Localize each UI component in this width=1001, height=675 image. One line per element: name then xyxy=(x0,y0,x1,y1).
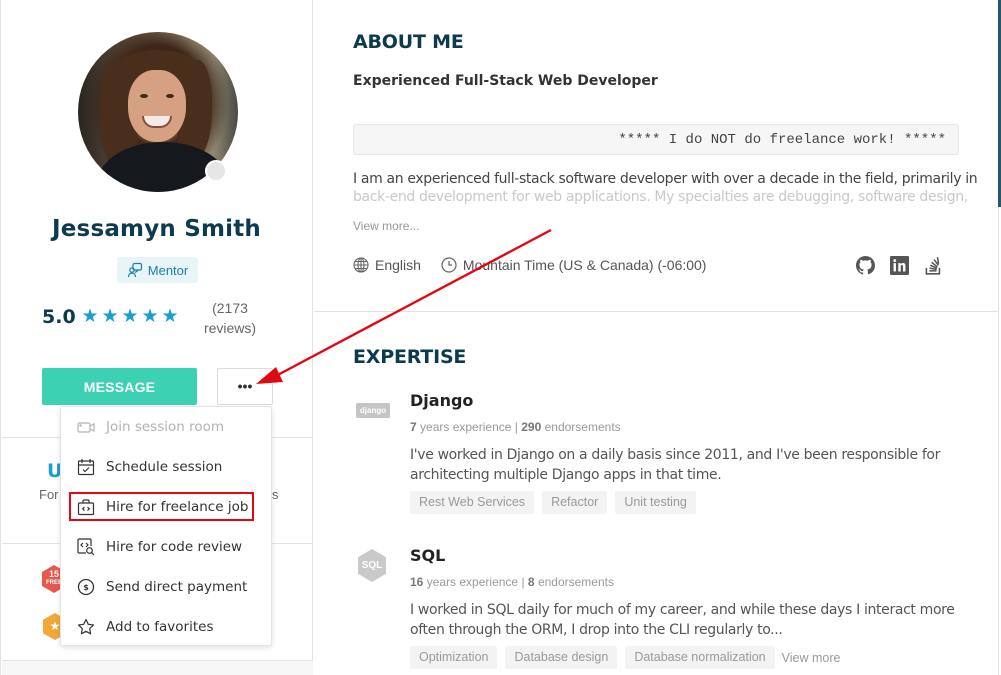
view-more-tags-link[interactable]: View more xyxy=(782,651,841,665)
more-options-button[interactable]: ••• xyxy=(217,368,273,405)
timezone-label: Mountain Time (US & Canada) (-06:00) xyxy=(462,257,707,273)
code-search-icon xyxy=(77,538,95,556)
stackoverflow-icon[interactable] xyxy=(924,256,943,275)
menu-item-label: Join session room xyxy=(106,419,225,435)
bio-text-faded: back-end development for web application… xyxy=(353,189,968,204)
linkedin-icon[interactable] xyxy=(890,256,909,275)
separator: | xyxy=(521,575,525,589)
dollar-circle-icon: $ xyxy=(77,578,95,596)
skill-years: 7 xyxy=(410,420,417,434)
menu-item-label: Send direct payment xyxy=(106,579,248,595)
menu-item-hire-freelance-job[interactable]: Hire for freelance job xyxy=(61,487,271,527)
menu-item-label: Add to favorites xyxy=(106,619,214,635)
menu-item-send-direct-payment[interactable]: $ Send direct payment xyxy=(61,567,271,607)
skill-tag[interactable]: Unit testing xyxy=(615,491,696,514)
profile-name: Jessamyn Smith xyxy=(52,216,261,242)
skill-years-label: years experience xyxy=(420,420,512,434)
django-logo-icon: django xyxy=(356,403,390,418)
skill-tag[interactable]: Database design xyxy=(505,646,618,669)
timezone-info: Mountain Time (US & Canada) (-06:00) xyxy=(441,257,707,273)
right-border xyxy=(998,207,999,675)
skill-years-label: years experience xyxy=(426,575,519,589)
github-icon[interactable] xyxy=(856,256,875,275)
menu-item-label: Hire for code review xyxy=(106,539,243,555)
mentor-badge: Mentor xyxy=(117,257,198,283)
freelance-notice-code: ***** I do NOT do freelance work! ***** xyxy=(353,124,959,155)
mentor-label: Mentor xyxy=(147,262,189,278)
skill-name: Django xyxy=(410,391,474,410)
clock-icon xyxy=(441,257,457,273)
star-icon: ★ xyxy=(81,306,99,327)
social-links xyxy=(856,256,943,275)
skill-meta: 16 years experience | 8 endorsements xyxy=(410,575,614,589)
message-button[interactable]: MESSAGE xyxy=(42,368,197,405)
skill-meta: 7 years experience | 290 endorsements xyxy=(410,420,621,434)
skill-endorsements-label: endorsements xyxy=(544,420,621,434)
reviews-label: reviews) xyxy=(203,320,257,336)
more-options-menu: Join session room Schedule session Hire … xyxy=(60,406,272,646)
skill-tags: Rest Web Services Refactor Unit testing xyxy=(410,491,696,514)
skill-tag[interactable]: Rest Web Services xyxy=(410,491,535,514)
menu-item-add-to-favorites[interactable]: Add to favorites xyxy=(61,607,271,647)
calendar-check-icon xyxy=(77,458,95,476)
badge-number: 15 xyxy=(48,569,59,579)
star-icon: ★ xyxy=(141,306,159,327)
skill-tags: Optimization Database design Database no… xyxy=(410,646,840,669)
star-icon: ★ xyxy=(161,306,179,327)
skill-tag[interactable]: Database normalization xyxy=(625,646,775,669)
mentor-icon xyxy=(127,262,142,278)
globe-icon xyxy=(353,257,369,273)
online-status-indicator xyxy=(205,160,227,182)
skill-description: I've worked in Django on a daily basis s… xyxy=(410,447,941,483)
partial-subtext: For xyxy=(39,487,59,502)
reviews-count-link[interactable]: (2173 reviews) xyxy=(197,298,263,338)
separator: | xyxy=(514,420,518,434)
view-more-link[interactable]: View more... xyxy=(353,219,419,233)
skill-endorsements-label: endorsements xyxy=(537,575,614,589)
section-divider xyxy=(314,311,998,312)
menu-item-schedule-session[interactable]: Schedule session xyxy=(61,447,271,487)
profile-page: Jessamyn Smith Mentor 5.0 ★ ★ ★ ★ ★ (217… xyxy=(0,0,1001,675)
video-camera-icon xyxy=(77,418,95,436)
menu-item-label: Schedule session xyxy=(106,459,223,475)
skill-endorsements: 8 xyxy=(527,575,535,589)
star-outline-icon xyxy=(77,618,95,636)
star-icon: ★ xyxy=(101,306,119,327)
bio-text: I am an experienced full-stack software … xyxy=(353,171,978,187)
partial-subtext-right: s xyxy=(272,487,279,502)
profile-main xyxy=(314,0,1001,675)
reviews-count: (2173 xyxy=(212,300,248,316)
star-icon: ★ xyxy=(121,306,139,327)
about-headline: Experienced Full-Stack Web Developer xyxy=(353,73,658,89)
skill-endorsements: 290 xyxy=(521,420,542,434)
svg-text:$: $ xyxy=(83,583,89,592)
skill-tag[interactable]: Refactor xyxy=(542,491,608,514)
menu-item-label: Hire for freelance job xyxy=(106,499,249,515)
skill-name: SQL xyxy=(410,546,446,565)
skill-years: 16 xyxy=(410,575,424,589)
skill-tag[interactable]: Optimization xyxy=(410,646,498,669)
about-title: ABOUT ME xyxy=(353,31,464,53)
sidebar-footer xyxy=(2,660,313,675)
skill-description: I worked in SQL daily for much of my car… xyxy=(410,602,955,638)
expertise-title: EXPERTISE xyxy=(353,346,467,368)
menu-item-hire-code-review[interactable]: Hire for code review xyxy=(61,527,271,567)
language-info: English xyxy=(353,257,421,273)
language-label: English xyxy=(375,257,421,273)
rating-value: 5.0 xyxy=(42,306,76,328)
briefcase-code-icon xyxy=(77,498,95,516)
profile-meta: English Mountain Time (US & Canada) (-06… xyxy=(353,257,726,273)
menu-item-join-session-room[interactable]: Join session room xyxy=(61,407,271,447)
rating-stars: ★ ★ ★ ★ ★ xyxy=(81,306,179,328)
